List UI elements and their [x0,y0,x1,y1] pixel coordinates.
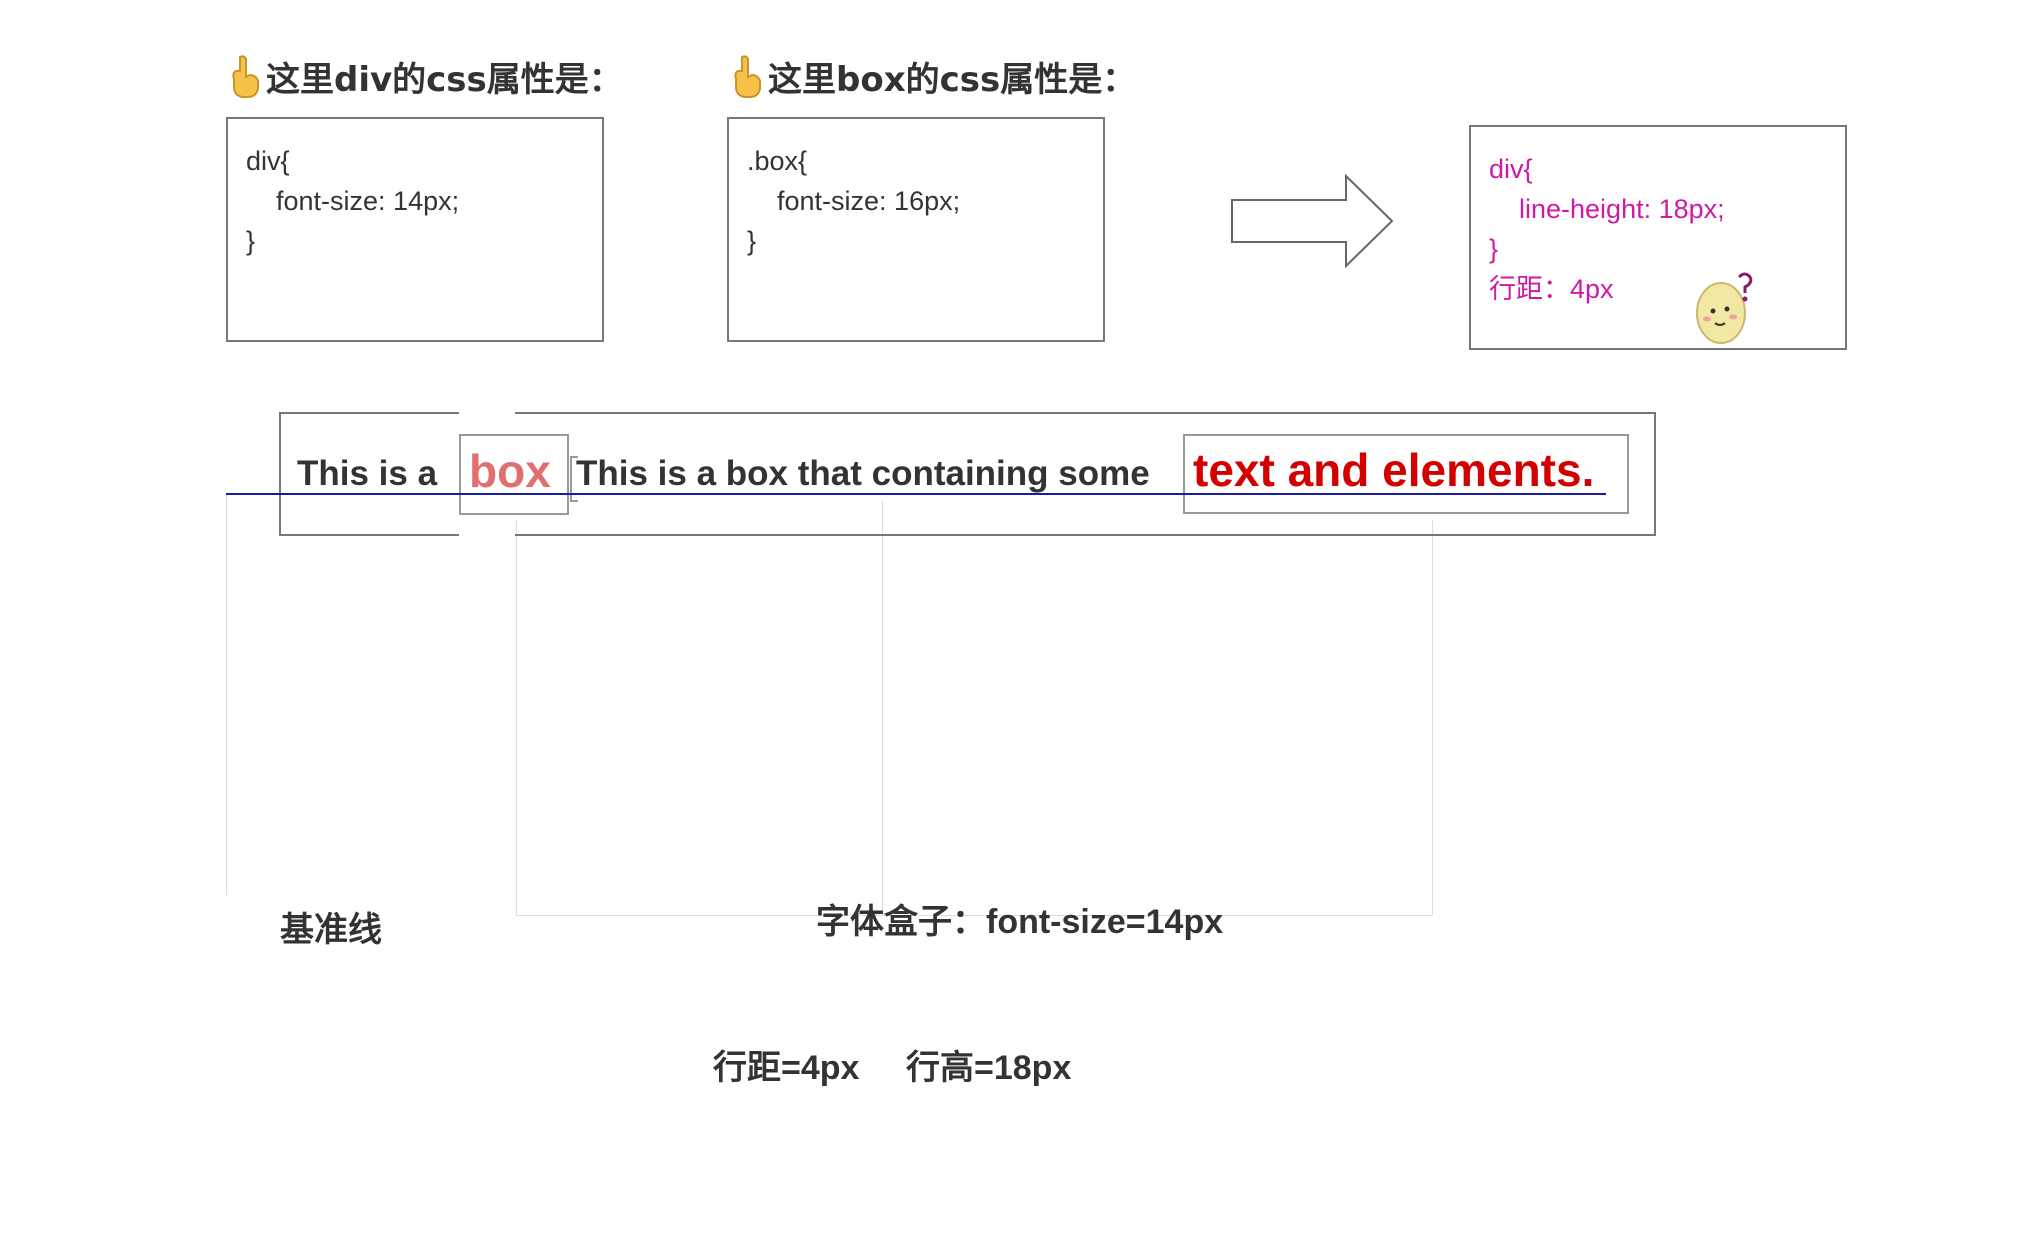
guide-line [516,520,517,915]
line-spacing-label: 行距=4px [713,1049,860,1087]
line-height-label: 行高=18px [906,1049,1072,1087]
demo-box-word: box [469,445,551,497]
code-line: .box{ [747,146,808,176]
demo-red-text: text and elements. [1193,444,1595,496]
code-line: } [1489,234,1499,264]
pointing-down-hand-icon [730,55,764,108]
code-line: div{ [246,146,290,176]
pointing-down-hand-icon [228,55,262,108]
box-code-box: .box{ font-size: 16px; } [727,117,1105,342]
code-line: font-size: 16px; [747,186,961,216]
confused-egg-mascot-icon [1693,267,1755,349]
code-line: font-size: 14px; [246,186,460,216]
box-css-heading: 这里box的css属性是： [730,52,1136,108]
div-code-box: div{ font-size: 14px; } [226,117,604,342]
code-line: } [246,226,256,256]
div-css-heading-text: 这里div的css属性是： [266,60,623,100]
baseline-label: 基准线 [280,911,382,949]
code-line: 行距：4px [1489,274,1614,304]
code-line: } [747,226,757,256]
box-css-heading-text: 这里box的css属性是： [768,60,1137,100]
guide-line [1432,520,1433,915]
code-line: line-height: 18px; [1489,194,1725,224]
result-code-box: div{ line-height: 18px; } 行距：4px [1469,125,1847,350]
demo-text-middle: This is a box that containing some [576,454,1150,493]
code-line: div{ [1489,154,1533,184]
guide-line [226,495,227,895]
baseline-line [226,493,1606,495]
guide-line [882,500,883,915]
div-css-heading: 这里div的css属性是： [228,52,623,108]
right-arrow-icon [1230,172,1396,274]
demo-text-prefix: This is a [297,454,438,493]
font-box-label: 字体盒子：font-size=14px [816,903,1224,941]
